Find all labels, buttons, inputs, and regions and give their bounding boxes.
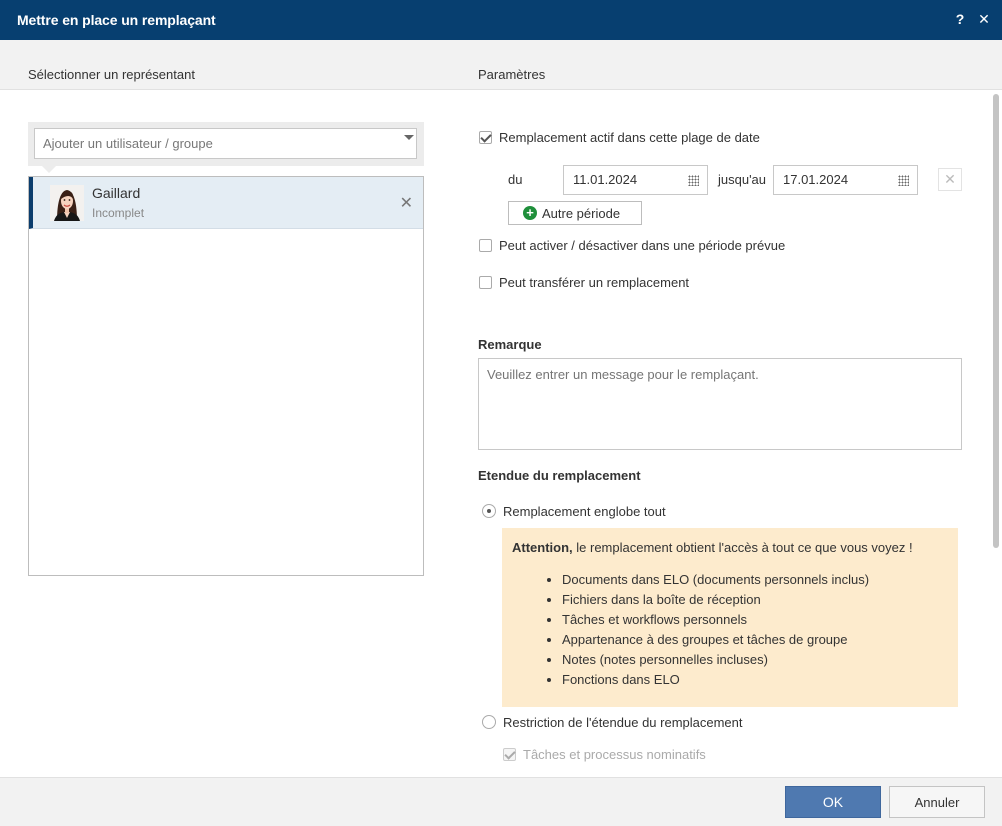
search-pointer bbox=[42, 166, 56, 173]
dialog-titlebar: Mettre en place un remplaçant ? ✕ bbox=[0, 0, 1002, 40]
list-item: Tâches et workflows personnels bbox=[562, 610, 948, 630]
to-label: jusqu'au bbox=[718, 172, 767, 187]
remark-title: Remarque bbox=[478, 337, 542, 352]
scope-all-label: Remplacement englobe tout bbox=[503, 504, 666, 519]
avatar bbox=[50, 185, 84, 221]
list-item: Fichiers dans la boîte de réception bbox=[562, 590, 948, 610]
list-item-user[interactable]: Gaillard Incomplet ✕ bbox=[29, 177, 423, 229]
from-label: du bbox=[508, 172, 523, 187]
left-panel-header: Sélectionner un représentant bbox=[28, 67, 195, 82]
from-date-value: 11.01.2024 bbox=[573, 172, 638, 187]
can-toggle-checkbox[interactable] bbox=[479, 239, 492, 252]
scrollbar-thumb[interactable] bbox=[993, 94, 999, 548]
remark-textarea[interactable] bbox=[478, 358, 962, 450]
active-range-label: Remplacement actif dans cette plage de d… bbox=[499, 130, 760, 145]
vertical-scrollbar[interactable] bbox=[990, 90, 1002, 777]
cancel-button[interactable]: Annuler bbox=[889, 786, 985, 818]
list-item: Appartenance à des groupes et tâches de … bbox=[562, 630, 948, 650]
calendar-icon[interactable] bbox=[898, 175, 909, 186]
help-icon[interactable]: ? bbox=[951, 9, 969, 29]
warning-message: le remplacement obtient l'accès à tout c… bbox=[572, 540, 913, 555]
clear-dates-button[interactable]: ✕ bbox=[938, 168, 962, 191]
close-icon[interactable]: ✕ bbox=[975, 9, 993, 29]
user-list: Gaillard Incomplet ✕ bbox=[28, 176, 424, 576]
from-date-field[interactable]: 11.01.2024 bbox=[563, 165, 708, 195]
can-transfer-label: Peut transférer un remplacement bbox=[499, 275, 690, 290]
other-period-label: Autre période bbox=[542, 206, 621, 221]
other-period-button[interactable]: + Autre période bbox=[508, 201, 642, 225]
chevron-down-icon[interactable] bbox=[404, 135, 414, 140]
user-status: Incomplet bbox=[92, 206, 145, 220]
section-headers: Sélectionner un représentant Paramètres bbox=[0, 40, 1002, 90]
tasks-nominative-checkbox bbox=[503, 748, 516, 761]
scope-title: Etendue du remplacement bbox=[478, 468, 641, 483]
dialog-title: Mettre en place un remplaçant bbox=[17, 12, 216, 28]
list-item: Documents dans ELO (documents personnels… bbox=[562, 570, 948, 590]
can-transfer-checkbox[interactable] bbox=[479, 276, 492, 289]
dialog-footer: OK Annuler bbox=[0, 777, 1002, 826]
active-range-checkbox[interactable] bbox=[479, 131, 492, 144]
scope-restricted-radio[interactable] bbox=[482, 715, 496, 729]
scope-all-radio[interactable] bbox=[482, 504, 496, 518]
calendar-icon[interactable] bbox=[688, 175, 699, 186]
list-item: Fonctions dans ELO bbox=[562, 670, 948, 690]
to-date-value: 17.01.2024 bbox=[783, 172, 849, 187]
user-name: Gaillard bbox=[92, 185, 141, 201]
warning-box: Attention, le remplacement obtient l'acc… bbox=[502, 528, 958, 707]
tasks-nominative-label: Tâches et processus nominatifs bbox=[523, 747, 706, 762]
remove-user-icon[interactable]: ✕ bbox=[400, 193, 413, 213]
warning-list: Documents dans ELO (documents personnels… bbox=[512, 570, 948, 690]
scope-restricted-label: Restriction de l'étendue du remplacement bbox=[503, 715, 743, 730]
warning-strong: Attention, bbox=[512, 540, 573, 555]
user-search-box: Ajouter un utilisateur / groupe bbox=[28, 122, 424, 173]
ok-button[interactable]: OK bbox=[785, 786, 881, 818]
add-circle-icon: + bbox=[523, 206, 537, 220]
list-item: Notes (notes personnelles incluses) bbox=[562, 650, 948, 670]
to-date-field[interactable]: 17.01.2024 bbox=[773, 165, 918, 195]
warning-text: Attention, le remplacement obtient l'acc… bbox=[512, 540, 948, 555]
right-panel-header: Paramètres bbox=[478, 67, 546, 82]
can-toggle-label: Peut activer / désactiver dans une pério… bbox=[499, 238, 786, 253]
user-search-input[interactable]: Ajouter un utilisateur / groupe bbox=[34, 128, 417, 159]
